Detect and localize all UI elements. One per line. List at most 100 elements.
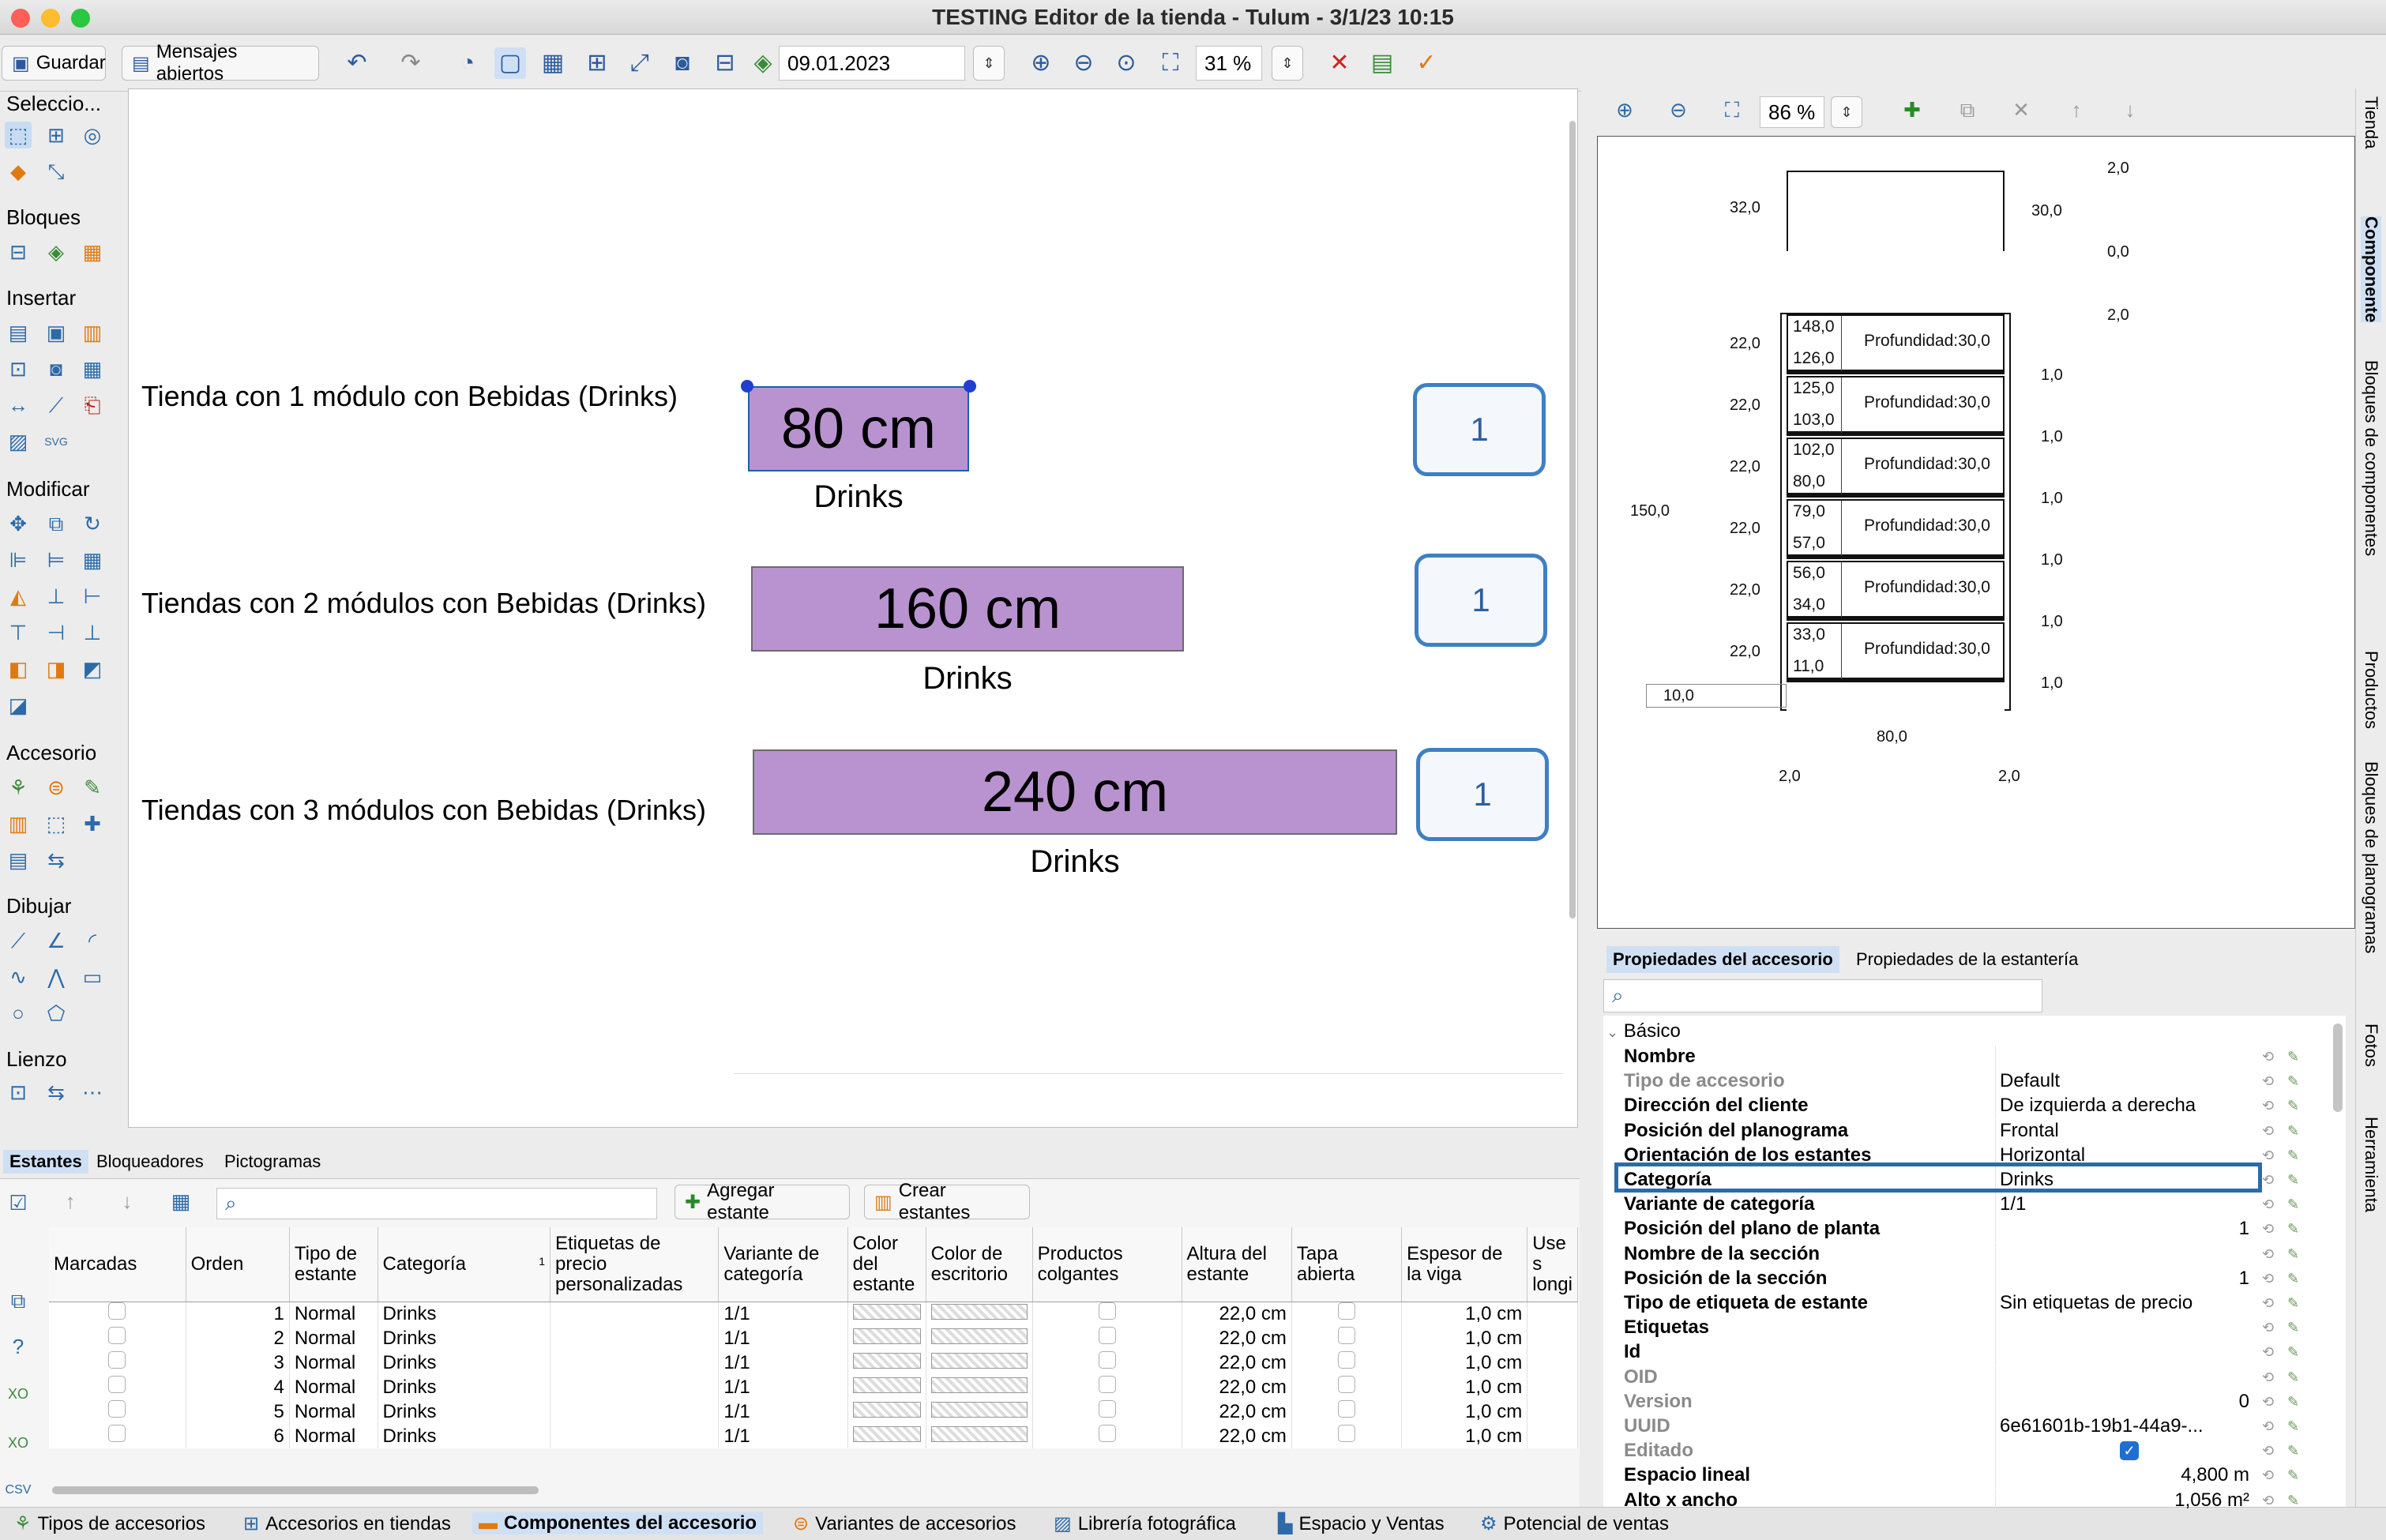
desk-color-swatch[interactable] (930, 1401, 1028, 1418)
rotate-icon[interactable]: ↻ (79, 510, 106, 537)
draw-polyline-icon[interactable]: ⋀ (43, 963, 70, 990)
acc-shelf-icon[interactable]: ▥ (5, 810, 32, 837)
insert-pdf-icon[interactable]: ⎗ (79, 392, 106, 419)
tab-blockers[interactable]: Bloqueadores (96, 1151, 204, 1172)
desk-color-swatch[interactable] (930, 1425, 1028, 1442)
move-up-icon[interactable]: ↑ (2063, 96, 2090, 123)
reset-icon[interactable]: ⟲ (2262, 1320, 2278, 1335)
frame-icon[interactable]: ▢ (494, 47, 526, 79)
report-icon[interactable]: ▤ (1366, 47, 1398, 79)
edit-icon[interactable]: ✎ (2287, 1394, 2303, 1410)
hanging-checkbox[interactable] (1098, 1376, 1116, 1393)
add-icon[interactable]: ✚ (1899, 96, 1926, 123)
delete-icon[interactable]: ✕ (1324, 47, 1355, 79)
drawing-shelf[interactable]: 56,0 34,0 Profundidad:30,0 (1787, 561, 2005, 621)
property-row[interactable]: Posición de la sección 1 ⟲ ✎ (1611, 1267, 2338, 1292)
property-row[interactable]: OID ⟲ ✎ (1611, 1365, 2338, 1391)
drawing-shelf[interactable]: 33,0 11,0 Profundidad:30,0 (1787, 622, 2005, 682)
desk-color-swatch[interactable] (930, 1377, 1028, 1393)
shelf-module[interactable]: 240 cm (753, 749, 1397, 835)
edit-icon[interactable]: ✎ (2287, 1418, 2303, 1434)
csv-icon[interactable]: CSV (5, 1477, 32, 1504)
edit-icon[interactable]: ✎ (2287, 1221, 2303, 1237)
vtab-store[interactable]: Tienda (2361, 96, 2381, 148)
draw-arc-icon[interactable]: ◜ (79, 927, 106, 954)
edit-icon[interactable]: ✎ (2287, 1049, 2303, 1065)
reset-icon[interactable]: ⟲ (2262, 1418, 2278, 1434)
hanging-checkbox[interactable] (1098, 1351, 1116, 1369)
drawing-shelf[interactable]: 79,0 57,0 Profundidad:30,0 (1787, 499, 2005, 559)
measure-icon[interactable]: ◔ (452, 47, 483, 79)
reset-icon[interactable]: ⟲ (2262, 1073, 2278, 1089)
check-icon[interactable]: ✓ (1411, 47, 1442, 79)
acc-edit-icon[interactable]: ✎ (79, 774, 106, 801)
reset-icon[interactable]: ⟲ (2262, 1443, 2278, 1459)
shelf-color-swatch[interactable] (852, 1303, 921, 1320)
bring-front-icon[interactable]: ◪ (5, 692, 32, 719)
col-shelf-type[interactable]: Tipo de estante (289, 1227, 378, 1302)
canvas-resize-icon[interactable]: ⊡ (5, 1079, 32, 1106)
marked-checkbox[interactable] (108, 1376, 126, 1393)
open-lid-checkbox[interactable] (1338, 1302, 1355, 1320)
zoom-out-icon[interactable]: ⊖ (1665, 96, 1692, 123)
table-row[interactable]: 6 Normal Drinks 1/1 22,0 cm 1,0 cm (49, 1424, 1578, 1448)
hanging-checkbox[interactable] (1098, 1425, 1116, 1442)
shelf-count-box[interactable]: 1 (1416, 748, 1549, 841)
drawing-shelf[interactable]: 148,0 126,0 Profundidad:30,0 (1787, 314, 2005, 374)
hanging-checkbox[interactable] (1098, 1302, 1116, 1320)
edit-icon[interactable]: ✎ (2287, 1271, 2303, 1286)
draw-angle-icon[interactable]: ∠ (43, 927, 70, 954)
open-lid-checkbox[interactable] (1338, 1351, 1355, 1369)
layers-tool-icon[interactable]: ◆ (5, 158, 32, 185)
shelf-module[interactable]: 160 cm (751, 566, 1184, 652)
move-up-icon[interactable]: ↑ (57, 1188, 84, 1215)
space-icon[interactable]: ⊣ (43, 619, 70, 646)
stack-icon[interactable]: ⊥ (79, 619, 106, 646)
copy-icon[interactable]: ⧉ (5, 1287, 32, 1314)
edit-icon[interactable]: ✎ (2287, 1295, 2303, 1311)
reset-icon[interactable]: ⟲ (2262, 1369, 2278, 1385)
table-settings-icon[interactable]: ▦ (167, 1188, 194, 1215)
date-stepper[interactable]: ⇕ (973, 46, 1005, 81)
tab-photo-library[interactable]: ▨ Librería fotográfica (1054, 1512, 1236, 1535)
edited-checkbox[interactable]: ✓ (2120, 1441, 2139, 1461)
property-row[interactable]: Id ⟲ ✎ (1611, 1341, 2338, 1366)
open-messages-button[interactable]: ▤ Mensajes abiertos (122, 41, 319, 85)
vtab-component-blocks[interactable]: Bloques de componentes (2361, 360, 2381, 556)
col-category-variant[interactable]: Variante de categoría (718, 1227, 848, 1302)
remove-icon[interactable]: ✕ (2008, 96, 2035, 123)
shelf-count-box[interactable]: 1 (1415, 554, 1547, 647)
reset-icon[interactable]: ⟲ (2262, 1493, 2278, 1508)
open-lid-checkbox[interactable] (1338, 1327, 1355, 1344)
tab-accessory-types[interactable]: ⚘ Tipos de accesorios (14, 1512, 205, 1535)
selection-handle[interactable] (964, 380, 976, 393)
col-hanging-products[interactable]: Productos colgantes (1032, 1227, 1182, 1302)
select-arrow-icon[interactable]: ⬚ (5, 122, 32, 148)
fit-icon[interactable]: ⛶ (1155, 47, 1186, 79)
tab-sales-potential[interactable]: ⚙ Potencial de ventas (1480, 1512, 1669, 1535)
property-row[interactable]: Tipo de accesorio Default ⟲ ✎ (1611, 1070, 2338, 1095)
reset-icon[interactable]: ⟲ (2262, 1221, 2278, 1237)
draw-polygon-icon[interactable]: ⬠ (43, 1000, 70, 1027)
col-order[interactable]: Orden (186, 1227, 290, 1302)
col-shelf-color[interactable]: Color del estante (847, 1227, 926, 1302)
insert-card-icon[interactable]: ▣ (43, 319, 70, 346)
component-zoom-field[interactable]: 86 % (1760, 96, 1824, 128)
shelf-search-input[interactable]: ⌕ (216, 1188, 657, 1219)
create-shelves-button[interactable]: ▥ Crear estantes (864, 1180, 1030, 1223)
acc-tree-icon[interactable]: ⚘ (5, 774, 32, 801)
col-beam-thickness[interactable]: Espesor de la viga (1401, 1227, 1528, 1302)
edit-icon[interactable]: ✎ (2287, 1196, 2303, 1212)
acc-frame-icon[interactable]: ⬚ (43, 810, 70, 837)
canvas-grid-icon[interactable]: ⋯ (79, 1079, 106, 1106)
xls-icon[interactable]: XO (5, 1380, 32, 1407)
group-icon[interactable]: ◧ (5, 655, 32, 682)
acc-link-icon[interactable]: ⊜ (43, 774, 70, 801)
open-lid-checkbox[interactable] (1338, 1425, 1355, 1442)
marked-checkbox[interactable] (108, 1400, 126, 1418)
align-right-icon[interactable]: ⊢ (79, 583, 106, 610)
xls-export-icon[interactable]: XO (5, 1429, 32, 1456)
reset-icon[interactable]: ⟲ (2262, 1049, 2278, 1065)
shelf-count-box[interactable]: 1 (1413, 383, 1546, 476)
tab-accessory-components[interactable]: ▬ Componentes del accesorio (472, 1512, 764, 1534)
